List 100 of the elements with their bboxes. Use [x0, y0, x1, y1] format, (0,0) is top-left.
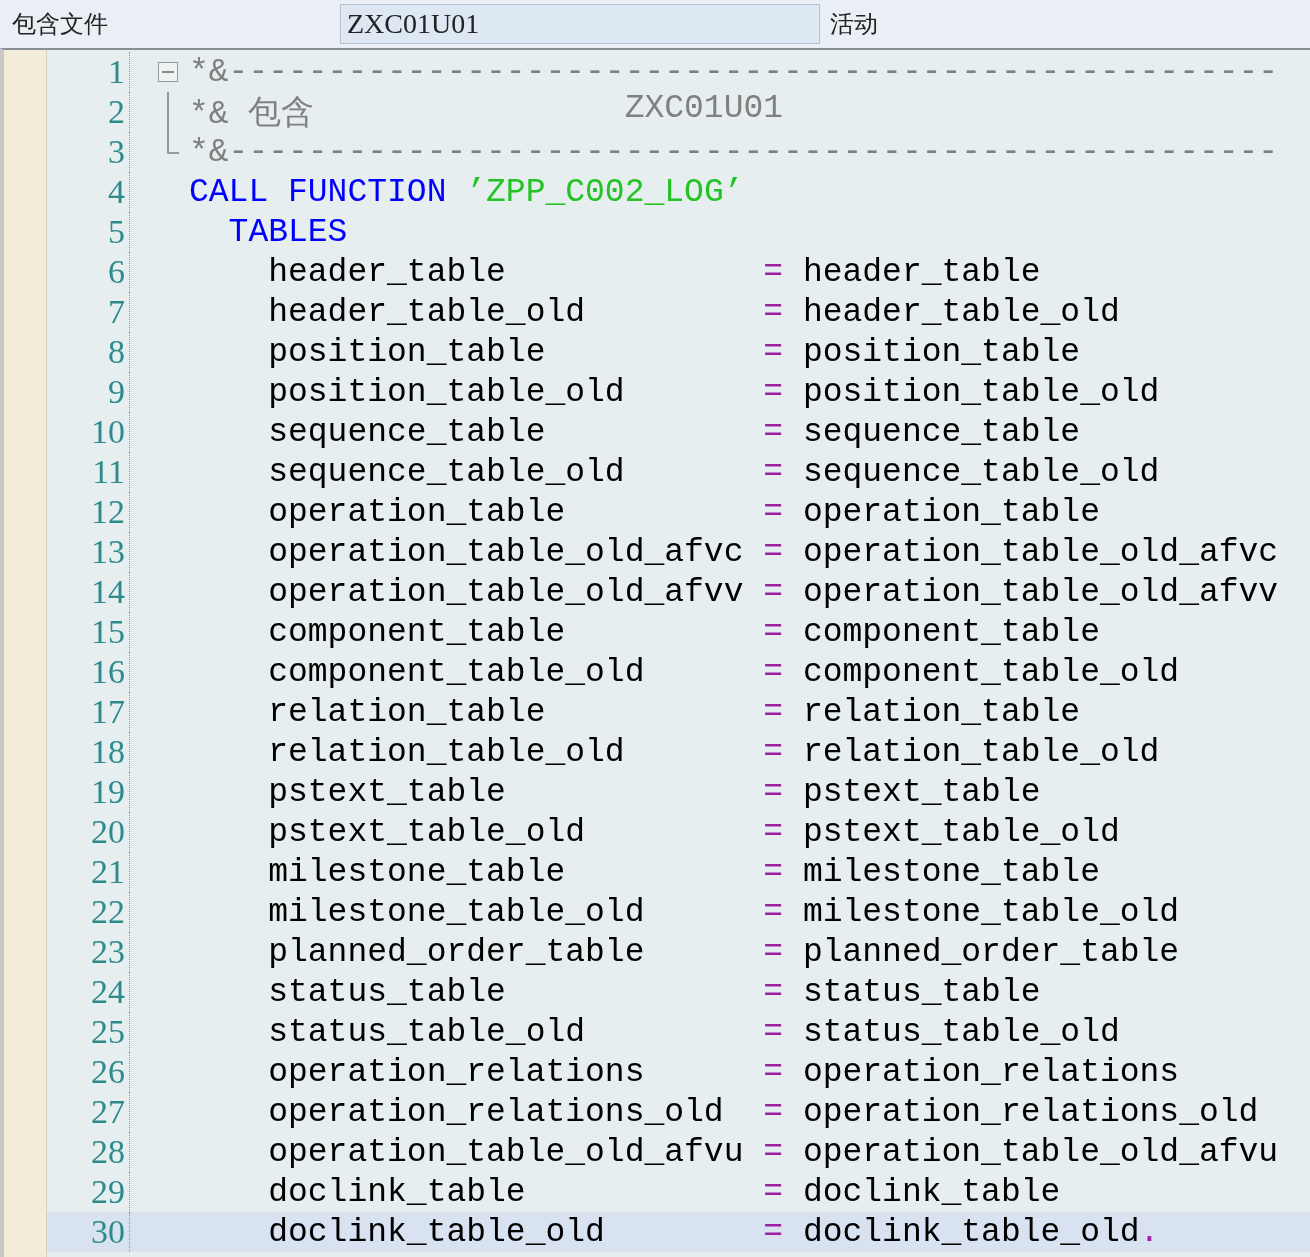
comment-text: *&----------------------------------------------------- [189, 133, 1279, 171]
line-number: 17 [90, 693, 126, 731]
fold-toggle-icon[interactable] [158, 62, 178, 82]
parameter-name: pstext_table [268, 773, 507, 811]
line-number: 7 [107, 293, 126, 331]
parameter-name: status_table [268, 973, 507, 1011]
code-editor[interactable] [0, 48, 1310, 1257]
argument-name: operation_table_old_afvu [802, 1133, 1279, 1171]
equals-operator: = [763, 373, 784, 411]
argument-name: operation_table_old_afvv [802, 573, 1279, 611]
argument-name: doclink_table [802, 1173, 1061, 1211]
argument-name: milestone_table_old [802, 893, 1180, 931]
parameter-name: relation_table_old [268, 733, 626, 771]
equals-operator: = [763, 253, 784, 291]
parameter-name: operation_relations_old [268, 1093, 725, 1131]
line-number: 9 [107, 373, 126, 411]
equals-operator: = [763, 333, 784, 371]
parameter-name: operation_table_old_afvc [268, 533, 745, 571]
equals-operator: = [763, 293, 784, 331]
parameter-name: doclink_table_old [268, 1213, 606, 1251]
equals-operator: = [763, 573, 784, 611]
parameter-name: operation_table [268, 493, 567, 531]
argument-name: planned_order_table [802, 933, 1180, 971]
parameter-name: position_table_old [268, 373, 626, 411]
argument-name: operation_relations_old [802, 1093, 1259, 1131]
line-number: 26 [90, 1053, 126, 1091]
parameter-name: component_table_old [268, 653, 646, 691]
include-name-field[interactable]: ZXC01U01 [340, 4, 820, 44]
argument-name: position_table_old [802, 373, 1160, 411]
equals-operator: = [763, 813, 784, 851]
argument-name: operation_table_old_afvc [802, 533, 1279, 571]
equals-operator: = [763, 413, 784, 451]
argument-name: operation_relations [802, 1053, 1180, 1091]
line-number: 14 [90, 573, 126, 611]
argument-name: status_table_old [802, 1013, 1120, 1051]
parameter-name: operation_table_old_afvu [268, 1133, 745, 1171]
argument-name: component_table_old [802, 653, 1180, 691]
equals-operator: = [763, 1133, 784, 1171]
argument-name: pstext_table_old [802, 813, 1120, 851]
argument-name: sequence_table [802, 413, 1081, 451]
argument-name: pstext_table [802, 773, 1041, 811]
argument-name: relation_table [802, 693, 1081, 731]
line-number: 21 [90, 853, 126, 891]
parameter-name: sequence_table_old [268, 453, 626, 491]
include-label: 包含文件 [11, 9, 109, 40]
line-number: 5 [107, 213, 126, 251]
line-number: 12 [90, 493, 126, 531]
comment-text: ZXC01U01 [624, 89, 784, 129]
keyword: CALL FUNCTION [189, 173, 447, 211]
argument-name: header_table_old [802, 293, 1120, 331]
line-number: 15 [90, 613, 126, 651]
line-number: 29 [90, 1173, 126, 1211]
line-number: 13 [90, 533, 126, 571]
equals-operator: = [763, 1053, 784, 1091]
line-number: 20 [90, 813, 126, 851]
parameter-name: sequence_table [268, 413, 547, 451]
line-number: 4 [107, 173, 126, 211]
line-number: 3 [107, 133, 126, 171]
equals-operator: = [763, 853, 784, 891]
equals-operator: = [763, 933, 784, 971]
parameter-name: component_table [268, 613, 567, 651]
argument-name: position_table [802, 333, 1081, 371]
argument-name: doclink_table_old [802, 1213, 1140, 1251]
parameter-name: header_table [268, 253, 507, 291]
comment-text: *&----------------------------------------------------- [189, 53, 1279, 91]
parameter-name: operation_relations [268, 1053, 646, 1091]
line-number: 28 [90, 1133, 126, 1171]
parameter-name: pstext_table_old [268, 813, 587, 851]
line-number: 10 [90, 413, 126, 451]
argument-name: header_table [802, 253, 1041, 291]
argument-name: relation_table_old [802, 733, 1160, 771]
argument-name: sequence_table_old [802, 453, 1160, 491]
line-number: 22 [90, 893, 126, 931]
equals-operator: = [763, 613, 784, 651]
equals-operator: = [763, 533, 784, 571]
keyword: TABLES [228, 213, 348, 251]
line-number: 1 [107, 53, 126, 91]
line-number: 25 [90, 1013, 126, 1051]
equals-operator: = [763, 893, 784, 931]
equals-operator: = [763, 693, 784, 731]
line-number: 2 [107, 93, 126, 131]
period-terminator: . [1139, 1213, 1160, 1251]
parameter-name: milestone_table_old [268, 893, 646, 931]
line-number: 18 [90, 733, 126, 771]
line-number: 23 [90, 933, 126, 971]
equals-operator: = [763, 653, 784, 691]
argument-name: status_table [802, 973, 1041, 1011]
equals-operator: = [763, 733, 784, 771]
equals-operator: = [763, 1213, 784, 1251]
line-number: 11 [91, 453, 126, 491]
parameter-name: header_table_old [268, 293, 587, 331]
equals-operator: = [763, 1093, 784, 1131]
argument-name: operation_table [802, 493, 1100, 531]
parameter-name: status_table_old [268, 1013, 587, 1051]
argument-name: component_table [802, 613, 1100, 651]
comment-text: *& 包含 [189, 94, 316, 135]
equals-operator: = [763, 453, 784, 491]
argument-name: milestone_table [802, 853, 1100, 891]
line-number: 16 [90, 653, 126, 691]
line-number: 24 [90, 973, 126, 1011]
